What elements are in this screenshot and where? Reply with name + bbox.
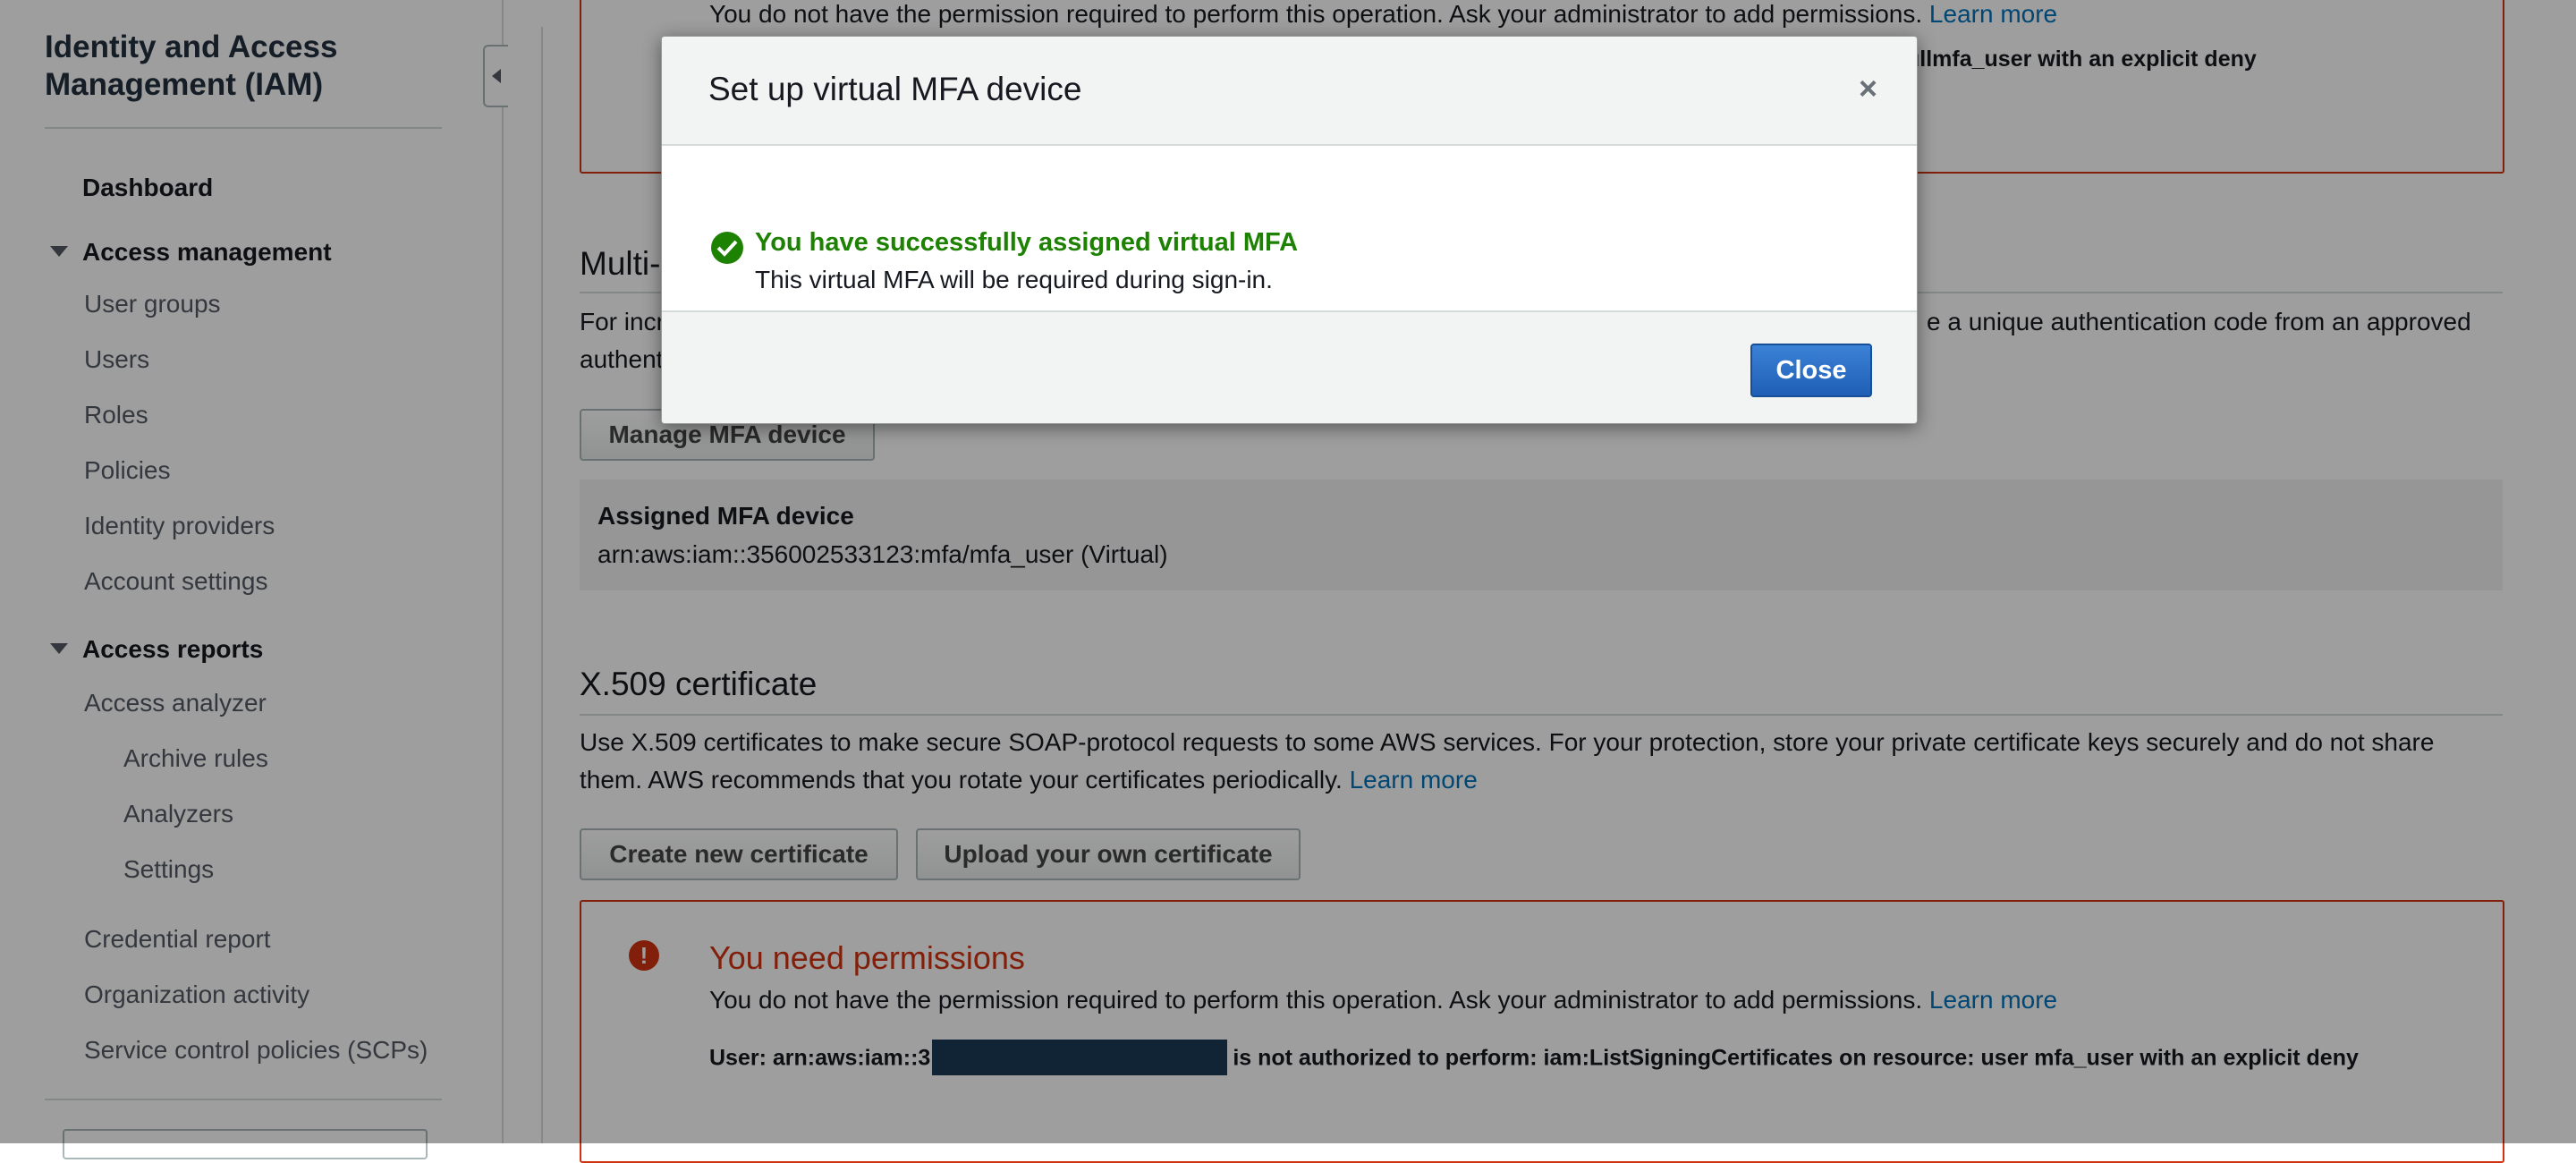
close-icon[interactable]: × [1859, 72, 1877, 105]
check-circle-icon [711, 232, 743, 264]
dialog-header: Set up virtual MFA device × [662, 37, 1917, 146]
mfa-setup-dialog: Set up virtual MFA device × You have suc… [661, 36, 1918, 424]
success-title: You have successfully assigned virtual M… [755, 228, 1299, 257]
close-button[interactable]: Close [1750, 344, 1872, 397]
success-description: This virtual MFA will be required during… [755, 266, 1273, 293]
dialog-title: Set up virtual MFA device [708, 71, 1082, 107]
dialog-footer: Close [662, 310, 1917, 423]
